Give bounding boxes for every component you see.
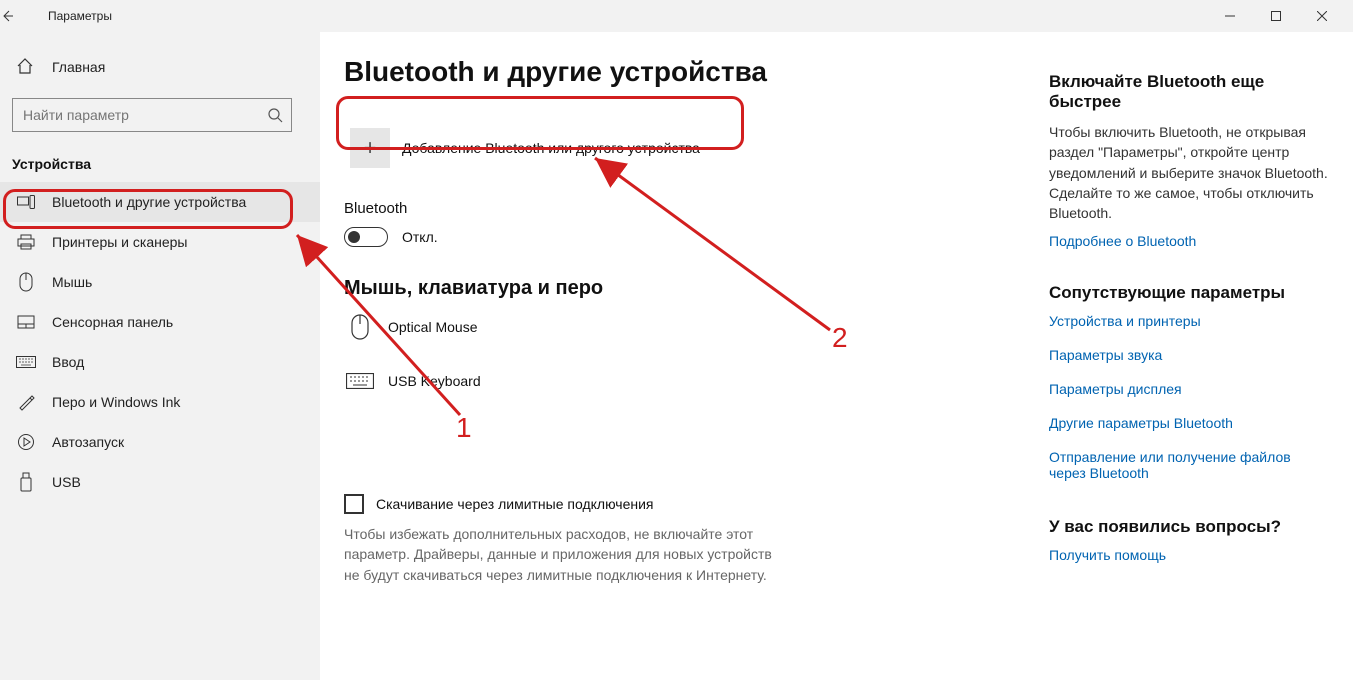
add-device-label: Добавление Bluetooth или другого устройс… — [402, 140, 700, 156]
group-title-mouse-keyboard: Мышь, клавиатура и перо — [344, 277, 1044, 300]
link-devices-printers[interactable]: Устройства и принтеры — [1049, 313, 1329, 329]
device-label: Optical Mouse — [388, 319, 477, 335]
aside-heading-questions: У вас появились вопросы? — [1049, 517, 1329, 537]
link-other-bt[interactable]: Другие параметры Bluetooth — [1049, 415, 1329, 431]
sidebar-item-typing[interactable]: Ввод — [0, 342, 320, 382]
bluetooth-toggle[interactable] — [344, 227, 388, 247]
touchpad-icon — [16, 312, 36, 332]
devices-icon — [16, 192, 36, 212]
sidebar-item-usb[interactable]: USB — [0, 462, 320, 502]
link-send-receive[interactable]: Отправление или получение файлов через B… — [1049, 449, 1329, 481]
search-box[interactable] — [12, 98, 292, 132]
sidebar-item-autoplay[interactable]: Автозапуск — [0, 422, 320, 462]
printer-icon — [16, 232, 36, 252]
back-button[interactable] — [0, 9, 46, 23]
sidebar-item-label: Bluetooth и другие устройства — [52, 194, 246, 210]
home-icon — [16, 57, 36, 77]
titlebar: Параметры — [0, 0, 1353, 32]
mouse-icon — [346, 313, 374, 341]
sidebar-home-label: Главная — [52, 59, 105, 75]
sidebar-item-bluetooth[interactable]: Bluetooth и другие устройства — [0, 182, 320, 222]
add-device-button[interactable]: + Добавление Bluetooth или другого устро… — [344, 116, 742, 180]
usb-icon — [16, 472, 36, 492]
sidebar: Главная Устройства Bluetooth и другие ус… — [0, 32, 320, 680]
sidebar-item-pen[interactable]: Перо и Windows Ink — [0, 382, 320, 422]
sidebar-item-label: Автозапуск — [52, 434, 124, 450]
sidebar-home[interactable]: Главная — [0, 46, 320, 88]
sidebar-item-mouse[interactable]: Мышь — [0, 262, 320, 302]
page-title: Bluetooth и другие устройства — [344, 56, 1044, 88]
search-input[interactable] — [23, 107, 267, 123]
link-display[interactable]: Параметры дисплея — [1049, 381, 1329, 397]
minimize-button[interactable] — [1207, 0, 1253, 32]
link-get-help[interactable]: Получить помощь — [1049, 547, 1329, 563]
window-title: Параметры — [46, 9, 112, 23]
device-row[interactable]: USB Keyboard — [344, 354, 1044, 408]
sidebar-item-label: Перо и Windows Ink — [52, 394, 180, 410]
mouse-icon — [16, 272, 36, 292]
link-more-bluetooth[interactable]: Подробнее о Bluetooth — [1049, 233, 1329, 249]
aside-heading-related: Сопутствующие параметры — [1049, 283, 1329, 303]
close-button[interactable] — [1299, 0, 1345, 32]
aside-text-quick: Чтобы включить Bluetooth, не открывая ра… — [1049, 122, 1329, 223]
maximize-button[interactable] — [1253, 0, 1299, 32]
sidebar-item-touchpad[interactable]: Сенсорная панель — [0, 302, 320, 342]
main: Bluetooth и другие устройства + Добавлен… — [320, 32, 1353, 680]
autoplay-icon — [16, 432, 36, 452]
keyboard-icon — [346, 367, 374, 395]
toggle-knob — [348, 231, 360, 243]
plus-icon: + — [350, 128, 390, 168]
sidebar-item-label: USB — [52, 474, 81, 490]
sidebar-item-printers[interactable]: Принтеры и сканеры — [0, 222, 320, 262]
pen-icon — [16, 392, 36, 412]
device-row[interactable]: Optical Mouse — [344, 300, 1044, 354]
sidebar-item-label: Ввод — [52, 354, 84, 370]
sidebar-item-label: Сенсорная панель — [52, 314, 173, 330]
bluetooth-state: Откл. — [402, 229, 438, 245]
sidebar-item-label: Мышь — [52, 274, 92, 290]
device-label: USB Keyboard — [388, 373, 481, 389]
metered-description: Чтобы избежать дополнительных расходов, … — [344, 524, 784, 585]
metered-label: Скачивание через лимитные подключения — [376, 496, 653, 512]
search-icon — [267, 107, 283, 123]
sidebar-section-title: Устройства — [0, 150, 320, 182]
sidebar-item-label: Принтеры и сканеры — [52, 234, 187, 250]
metered-checkbox[interactable] — [344, 494, 364, 514]
keyboard-icon — [16, 352, 36, 372]
aside-heading-quick: Включайте Bluetooth еще быстрее — [1049, 72, 1329, 112]
aside: Включайте Bluetooth еще быстрее Чтобы вк… — [1049, 72, 1329, 565]
link-sound[interactable]: Параметры звука — [1049, 347, 1329, 363]
bluetooth-label: Bluetooth — [344, 200, 1044, 217]
